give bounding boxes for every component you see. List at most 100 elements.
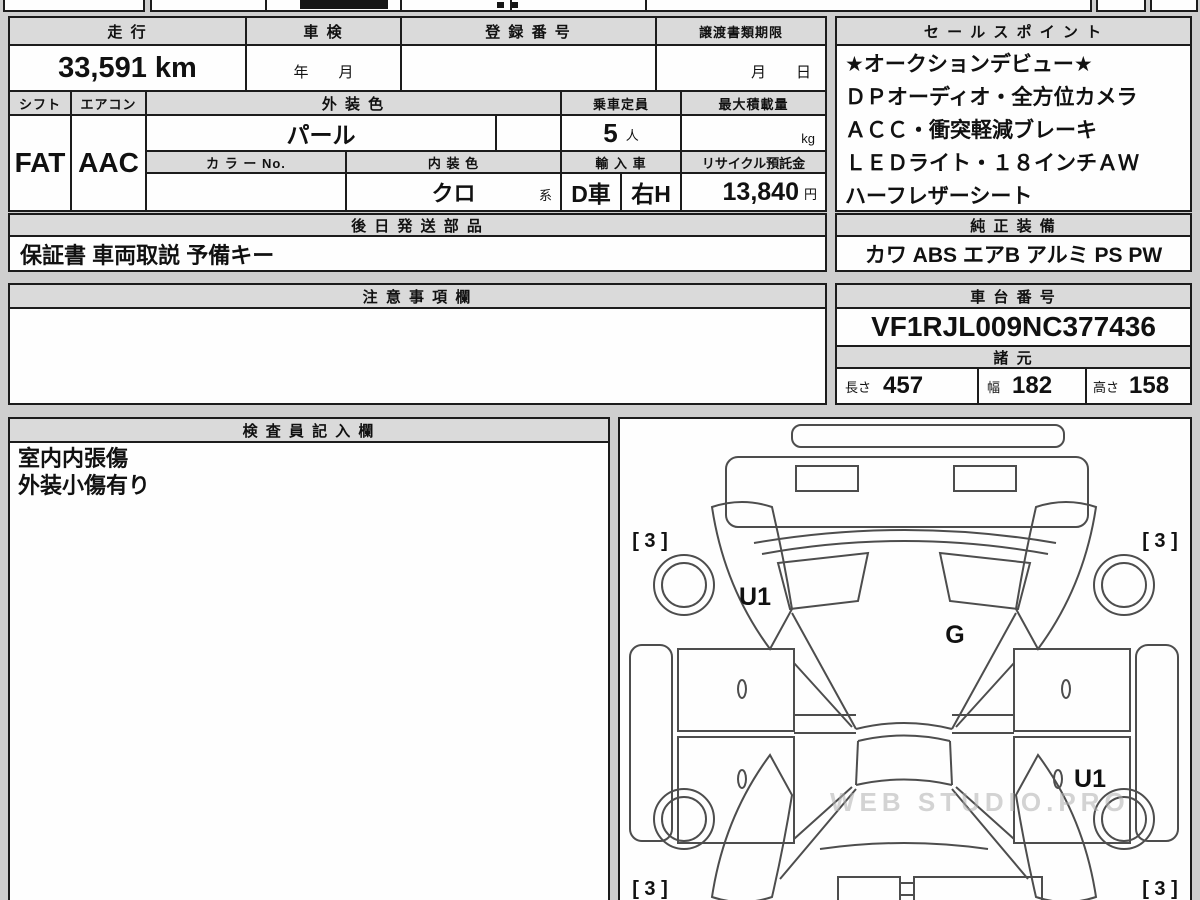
car-diagram-box: [ 3 ] [ 3 ] [ 3 ] [ 3 ] U1 G U1 WEB STUD… [618,417,1192,900]
shift-header: シフト [8,90,72,116]
notes-header: 注 意 事 項 欄 [8,283,827,309]
spec-width-cell: 幅 182 [977,367,1087,405]
door-handle [737,679,747,699]
inspector-body: 室内内張傷 外装小傷有り [8,441,610,900]
watermark: WEB STUDIO.PRO [830,787,1130,817]
door-front-left [677,648,795,732]
aircon-value: AAC [70,114,147,212]
sales-point-line: ＡＣＣ・衝突軽減ブレーキ [845,119,1097,142]
equipment-header: 純 正 装 備 [835,213,1192,237]
cutoff-text-fragment [512,2,518,8]
door-handle [737,769,747,789]
cowl-arc [761,540,1049,555]
shift-value: FAT [8,114,72,212]
recycle-deposit-header: リサイクル預託金 [680,150,827,174]
top-cutoff-cell [1150,0,1198,12]
specs-header: 諸 元 [835,345,1192,369]
chassis-header: 車 台 番 号 [835,283,1192,309]
fender-front-left [710,501,794,651]
interior-color-suffix: 系 [538,188,552,203]
mileage-value: 33,591 km [8,44,247,92]
wheel-front-left-inner [661,562,707,608]
sill-left [794,714,856,734]
bumper-detail-left [795,465,859,492]
registration-header: 登 録 番 号 [400,16,657,46]
trunk-arc [819,842,989,850]
wheel-front-right-inner [1101,562,1147,608]
sales-point-line: ＬＥＤライト・１８インチＡＷ [845,152,1139,175]
sill-right [952,714,1014,734]
inspection-value: 年 月 [245,44,402,92]
roof-front-arc [857,734,951,742]
roof-front-arc [855,722,953,730]
import-car-header: 輸 入 車 [560,150,682,174]
rear-bumper-right [913,876,1043,900]
registration-value [400,44,657,92]
roof-side [855,740,859,786]
max-load-value: kg [680,114,827,152]
equipment-value: カワ ABS エアB アルミ PS PW [835,235,1192,272]
spec-height-cell: 高さ 158 [1085,367,1192,405]
tire-depth-front-left: [ 3 ] [632,530,668,552]
top-cutoff-cell [645,0,1092,12]
spec-width-value: 182 [1012,372,1053,399]
mileage-header: 走 行 [8,16,247,46]
spec-length-label: 長さ [845,379,872,395]
auction-sheet: 走 行 車 検 登 録 番 号 譲渡書類期限 33,591 km 年 月 月 日… [0,0,1200,900]
spec-length-cell: 長さ 457 [835,367,979,405]
recycle-deposit-amount: 13,840 [722,177,799,206]
interior-color-name: クロ [431,181,476,206]
capacity-header: 乗車定員 [560,90,682,116]
inspector-header: 検 査 員 記 入 欄 [8,417,610,443]
transfer-docs-value: 月 日 [655,44,827,92]
spec-length-value: 457 [883,372,924,399]
inspection-header: 車 検 [245,16,402,46]
exterior-color-sub-cell [495,114,562,152]
max-load-header: 最大積載量 [680,90,827,116]
color-no-value [145,172,347,212]
sales-points-header: セ ー ル ス ポ イ ン ト [835,16,1192,46]
top-cutoff-cell [1096,0,1146,12]
interior-color-value: クロ 系 [345,172,562,212]
rear-bumper-joint [900,882,914,896]
capacity-value: 5 人 [560,114,682,152]
inspector-note-line: 外装小傷有り [18,473,151,498]
chassis-value: VF1RJL009NC377436 [835,307,1192,347]
handle-value: 右H [620,172,682,212]
tire-depth-rear-right: [ 3 ] [1142,878,1178,900]
exterior-color-header: 外 装 色 [145,90,562,116]
recycle-deposit-value: 13,840 円 [680,172,827,212]
interior-color-header: 内 装 色 [345,150,562,174]
top-cutoff-cell [510,0,647,12]
import-type-value: D車 [560,172,622,212]
later-parts-value: 保証書 車両取説 予備キー [8,235,827,272]
sales-point-line: ＤＰオーディオ・全方位カメラ [845,86,1138,109]
sales-points-body: ★オークションデビュー★ ＤＰオーディオ・全方位カメラ ＡＣＣ・衝突軽減ブレーキ… [835,44,1192,212]
wheel-rear-left-inner [661,796,707,842]
cutoff-text-fragment [497,2,504,8]
recycle-deposit-unit: 円 [803,187,817,202]
spec-width-label: 幅 [987,379,1001,395]
car-diagram: [ 3 ] [ 3 ] [ 3 ] [ 3 ] U1 G U1 [629,424,1179,900]
rocker-left [629,644,673,842]
tire-depth-front-right: [ 3 ] [1142,530,1178,552]
door-rear-left [677,736,795,844]
transfer-docs-header: 譲渡書類期限 [655,16,827,46]
color-no-header: カ ラ ー No. [145,150,347,174]
top-cutoff-cell [400,0,512,12]
rocker-right [1135,644,1179,842]
roof-side [949,740,953,786]
cutoff-text-fragment [300,0,388,9]
roof-garnish [791,424,1065,448]
bumper-detail-right [953,465,1017,492]
door-handle [1061,679,1071,699]
door-front-right [1013,648,1131,732]
notes-body [8,307,827,405]
capacity-unit: 人 [625,128,639,143]
tire-depth-rear-left: [ 3 ] [632,878,668,900]
damage-mark-g: G [945,621,964,649]
sales-point-line: ハーフレザーシート [845,185,1033,208]
spec-height-label: 高さ [1093,379,1120,395]
later-parts-header: 後 日 発 送 部 品 [8,213,827,237]
capacity-number: 5 [603,117,618,148]
